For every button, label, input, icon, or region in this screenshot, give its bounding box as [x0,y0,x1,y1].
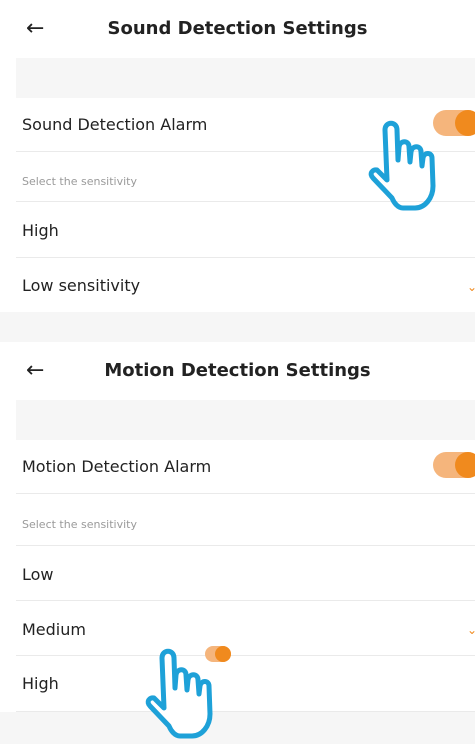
motion-option-medium[interactable]: Medium ⌄ [16,601,475,656]
motion-settings-header: ← Motion Detection Settings [0,342,475,400]
section-gap [16,400,475,440]
motion-alarm-row: Motion Detection Alarm [16,440,475,494]
motion-option-low[interactable]: Low [16,546,475,601]
motion-option-high[interactable]: High [16,656,475,712]
pointing-hand-icon [368,120,436,211]
page-title: Sound Detection Settings [107,18,368,39]
panel-separator [0,312,475,342]
sound-alarm-label: Sound Detection Alarm [22,115,208,134]
motion-alarm-label: Motion Detection Alarm [22,457,212,476]
option-label: Low sensitivity [22,276,141,295]
section-gap [16,58,475,98]
page-title: Motion Detection Settings [104,360,371,381]
sound-settings-header: ← Sound Detection Settings [0,0,475,58]
option-label: High [22,221,59,240]
footer-gap [0,712,475,744]
selected-check-icon: ⌄ [466,280,475,294]
sensitivity-hint: Select the sensitivity [22,175,137,188]
sound-option-low[interactable]: Low sensitivity ⌄ [16,258,475,312]
sensitivity-hint: Select the sensitivity [22,518,137,531]
option-label: Low [22,565,54,584]
pointing-hand-icon [145,648,213,739]
motion-alarm-toggle[interactable] [433,452,475,478]
option-label: Medium [22,620,86,639]
selected-check-icon: ⌄ [466,623,475,637]
option-label: High [22,674,59,693]
motion-hint-row: Select the sensitivity [16,494,475,546]
